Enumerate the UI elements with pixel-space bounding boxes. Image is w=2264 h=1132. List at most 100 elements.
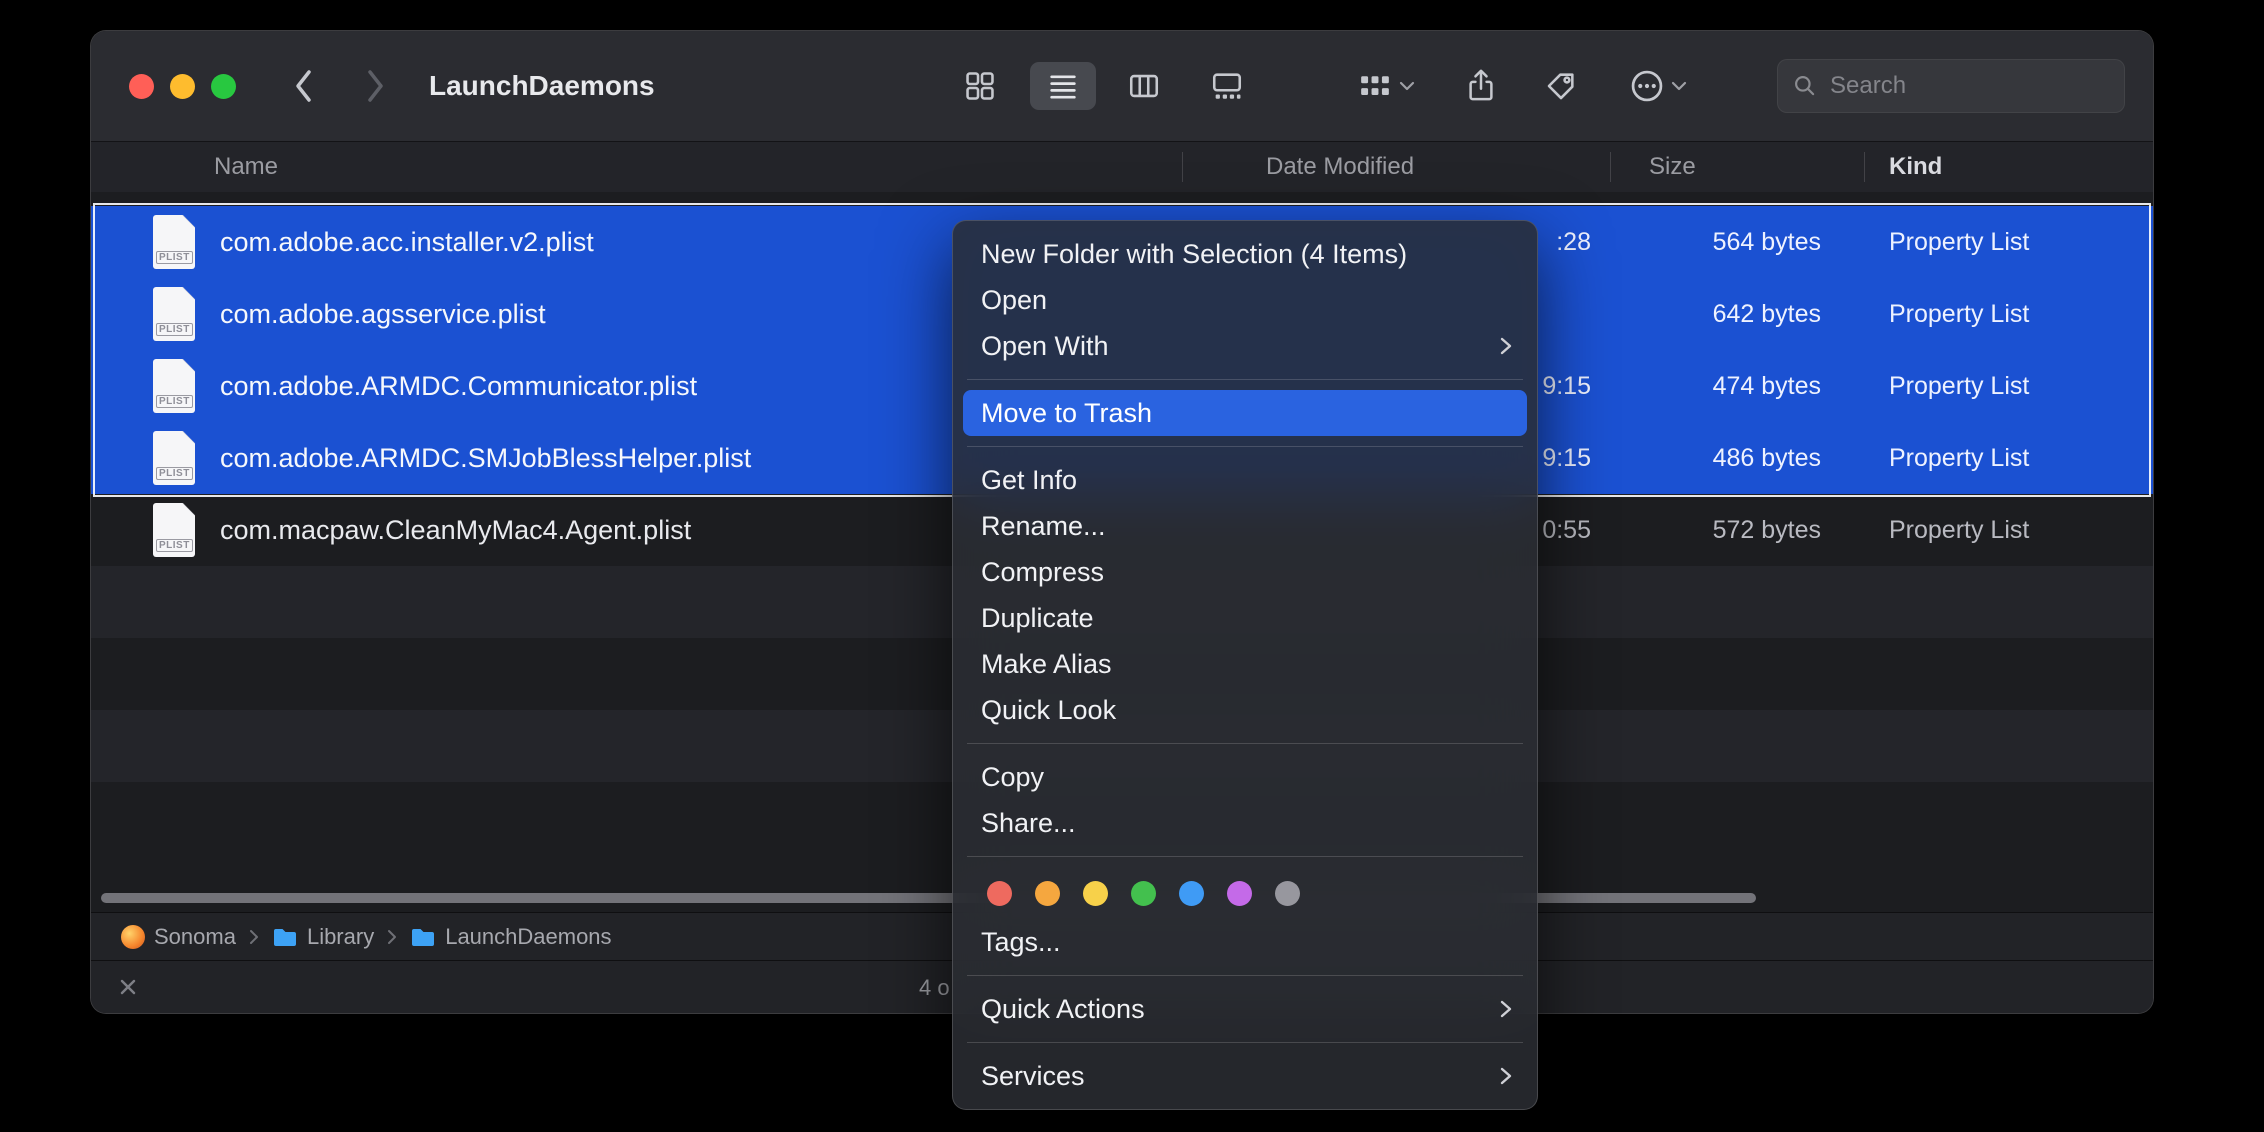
menu-item-compress[interactable]: Compress: [953, 549, 1537, 595]
back-button[interactable]: [290, 64, 318, 108]
submenu-chevron-icon: [1499, 997, 1513, 1021]
menu-item-move-to-trash[interactable]: Move to Trash: [963, 390, 1527, 436]
more-actions-button[interactable]: [1629, 68, 1687, 104]
tag-color-blue[interactable]: [1179, 881, 1204, 906]
menu-item-label: Duplicate: [981, 595, 1094, 641]
menu-item-copy[interactable]: Copy: [953, 754, 1537, 800]
file-kind: Property List: [1889, 278, 2029, 350]
menu-item-rename[interactable]: Rename...: [953, 503, 1537, 549]
menu-item-make-alias[interactable]: Make Alias: [953, 641, 1537, 687]
menu-item-label: Compress: [981, 549, 1104, 595]
plist-badge: PLIST: [156, 539, 193, 552]
file-name: com.macpaw.CleanMyMac4.Agent.plist: [220, 494, 691, 566]
tag-color-green[interactable]: [1131, 881, 1156, 906]
gallery-view-icon: [1210, 69, 1244, 103]
column-view-icon: [1127, 69, 1161, 103]
plist-file-icon: PLIST: [153, 503, 195, 557]
plist-file-icon: PLIST: [153, 431, 195, 485]
file-name: com.adobe.ARMDC.SMJobBlessHelper.plist: [220, 422, 751, 494]
folder-icon: [272, 926, 298, 948]
column-divider: [1864, 152, 1865, 182]
chevron-right-icon: [361, 64, 389, 108]
file-size: 486 bytes: [1571, 422, 1821, 494]
tag-color-gray[interactable]: [1275, 881, 1300, 906]
minimize-button[interactable]: [170, 74, 195, 99]
path-item-folder[interactable]: LaunchDaemons: [410, 924, 611, 950]
menu-item-duplicate[interactable]: Duplicate: [953, 595, 1537, 641]
menu-separator: [967, 1042, 1523, 1043]
tag-color-yellow[interactable]: [1083, 881, 1108, 906]
close-button[interactable]: [129, 74, 154, 99]
path-label: Sonoma: [154, 924, 236, 950]
path-item-disk[interactable]: Sonoma: [121, 924, 236, 950]
menu-separator: [967, 856, 1523, 857]
column-header-date[interactable]: Date Modified: [1266, 142, 1414, 192]
path-item-folder[interactable]: Library: [272, 924, 374, 950]
column-header-name[interactable]: Name: [214, 142, 278, 192]
menu-item-share[interactable]: Share...: [953, 800, 1537, 846]
menu-item-label: Quick Look: [981, 687, 1116, 733]
search-input[interactable]: [1828, 71, 2110, 101]
search-field[interactable]: [1777, 59, 2125, 113]
share-icon: [1464, 68, 1498, 104]
icon-view-button[interactable]: [963, 69, 997, 103]
menu-item-label: Tags...: [981, 919, 1061, 965]
desktop: LaunchDaemons: [0, 0, 2264, 1132]
gallery-view-button[interactable]: [1210, 69, 1244, 103]
status-text: 4 o: [919, 961, 950, 1014]
menu-item-tags[interactable]: Tags...: [953, 919, 1537, 965]
context-menu: New Folder with Selection (4 Items) Open…: [952, 220, 1538, 1110]
file-kind: Property List: [1889, 422, 2029, 494]
title-bar[interactable]: LaunchDaemons: [91, 31, 2153, 141]
column-header-row: Name Date Modified Size Kind: [91, 141, 2153, 193]
menu-separator: [967, 379, 1523, 380]
menu-item-open[interactable]: Open: [953, 277, 1537, 323]
file-size: 564 bytes: [1571, 206, 1821, 278]
grid-view-icon: [963, 69, 997, 103]
disk-icon: [121, 925, 145, 949]
status-x-icon[interactable]: [117, 976, 139, 998]
menu-item-quick-actions[interactable]: Quick Actions: [953, 986, 1537, 1032]
plist-file-icon: PLIST: [153, 359, 195, 413]
column-view-button[interactable]: [1127, 69, 1161, 103]
menu-item-services[interactable]: Services: [953, 1053, 1537, 1099]
menu-item-label: Quick Actions: [981, 986, 1145, 1032]
column-header-kind[interactable]: Kind: [1889, 142, 1942, 192]
list-view-button[interactable]: [1046, 69, 1080, 103]
menu-item-new-folder-with-selection[interactable]: New Folder with Selection (4 Items): [953, 231, 1537, 277]
column-header-size[interactable]: Size: [1649, 142, 1696, 192]
file-size: 474 bytes: [1571, 350, 1821, 422]
menu-item-get-info[interactable]: Get Info: [953, 457, 1537, 503]
tag-color-purple[interactable]: [1227, 881, 1252, 906]
tags-button[interactable]: [1544, 69, 1578, 103]
menu-separator: [967, 446, 1523, 447]
group-by-button[interactable]: [1357, 69, 1415, 103]
ellipsis-circle-icon: [1629, 68, 1665, 104]
path-chevron-icon: [248, 928, 260, 946]
submenu-chevron-icon: [1499, 334, 1513, 358]
plist-badge: PLIST: [156, 395, 193, 408]
tag-color-orange[interactable]: [1035, 881, 1060, 906]
column-divider: [1182, 152, 1183, 182]
path-label: Library: [307, 924, 374, 950]
menu-item-label: Copy: [981, 754, 1044, 800]
folder-icon: [410, 926, 436, 948]
forward-button[interactable]: [361, 64, 389, 108]
tag-colors-row: [953, 867, 1537, 919]
tag-icon: [1544, 69, 1578, 103]
tag-color-red[interactable]: [987, 881, 1012, 906]
menu-item-quick-look[interactable]: Quick Look: [953, 687, 1537, 733]
file-name: com.adobe.ARMDC.Communicator.plist: [220, 350, 697, 422]
menu-item-label: Rename...: [981, 503, 1106, 549]
file-kind: Property List: [1889, 206, 2029, 278]
share-button[interactable]: [1464, 68, 1498, 104]
menu-item-label: Open: [981, 277, 1047, 323]
list-view-icon: [1046, 69, 1080, 103]
window-title: LaunchDaemons: [429, 31, 655, 141]
plist-file-icon: PLIST: [153, 287, 195, 341]
chevron-down-icon: [1399, 80, 1415, 92]
menu-item-open-with[interactable]: Open With: [953, 323, 1537, 369]
path-chevron-icon: [386, 928, 398, 946]
zoom-button[interactable]: [211, 74, 236, 99]
file-name: com.adobe.agsservice.plist: [220, 278, 546, 350]
